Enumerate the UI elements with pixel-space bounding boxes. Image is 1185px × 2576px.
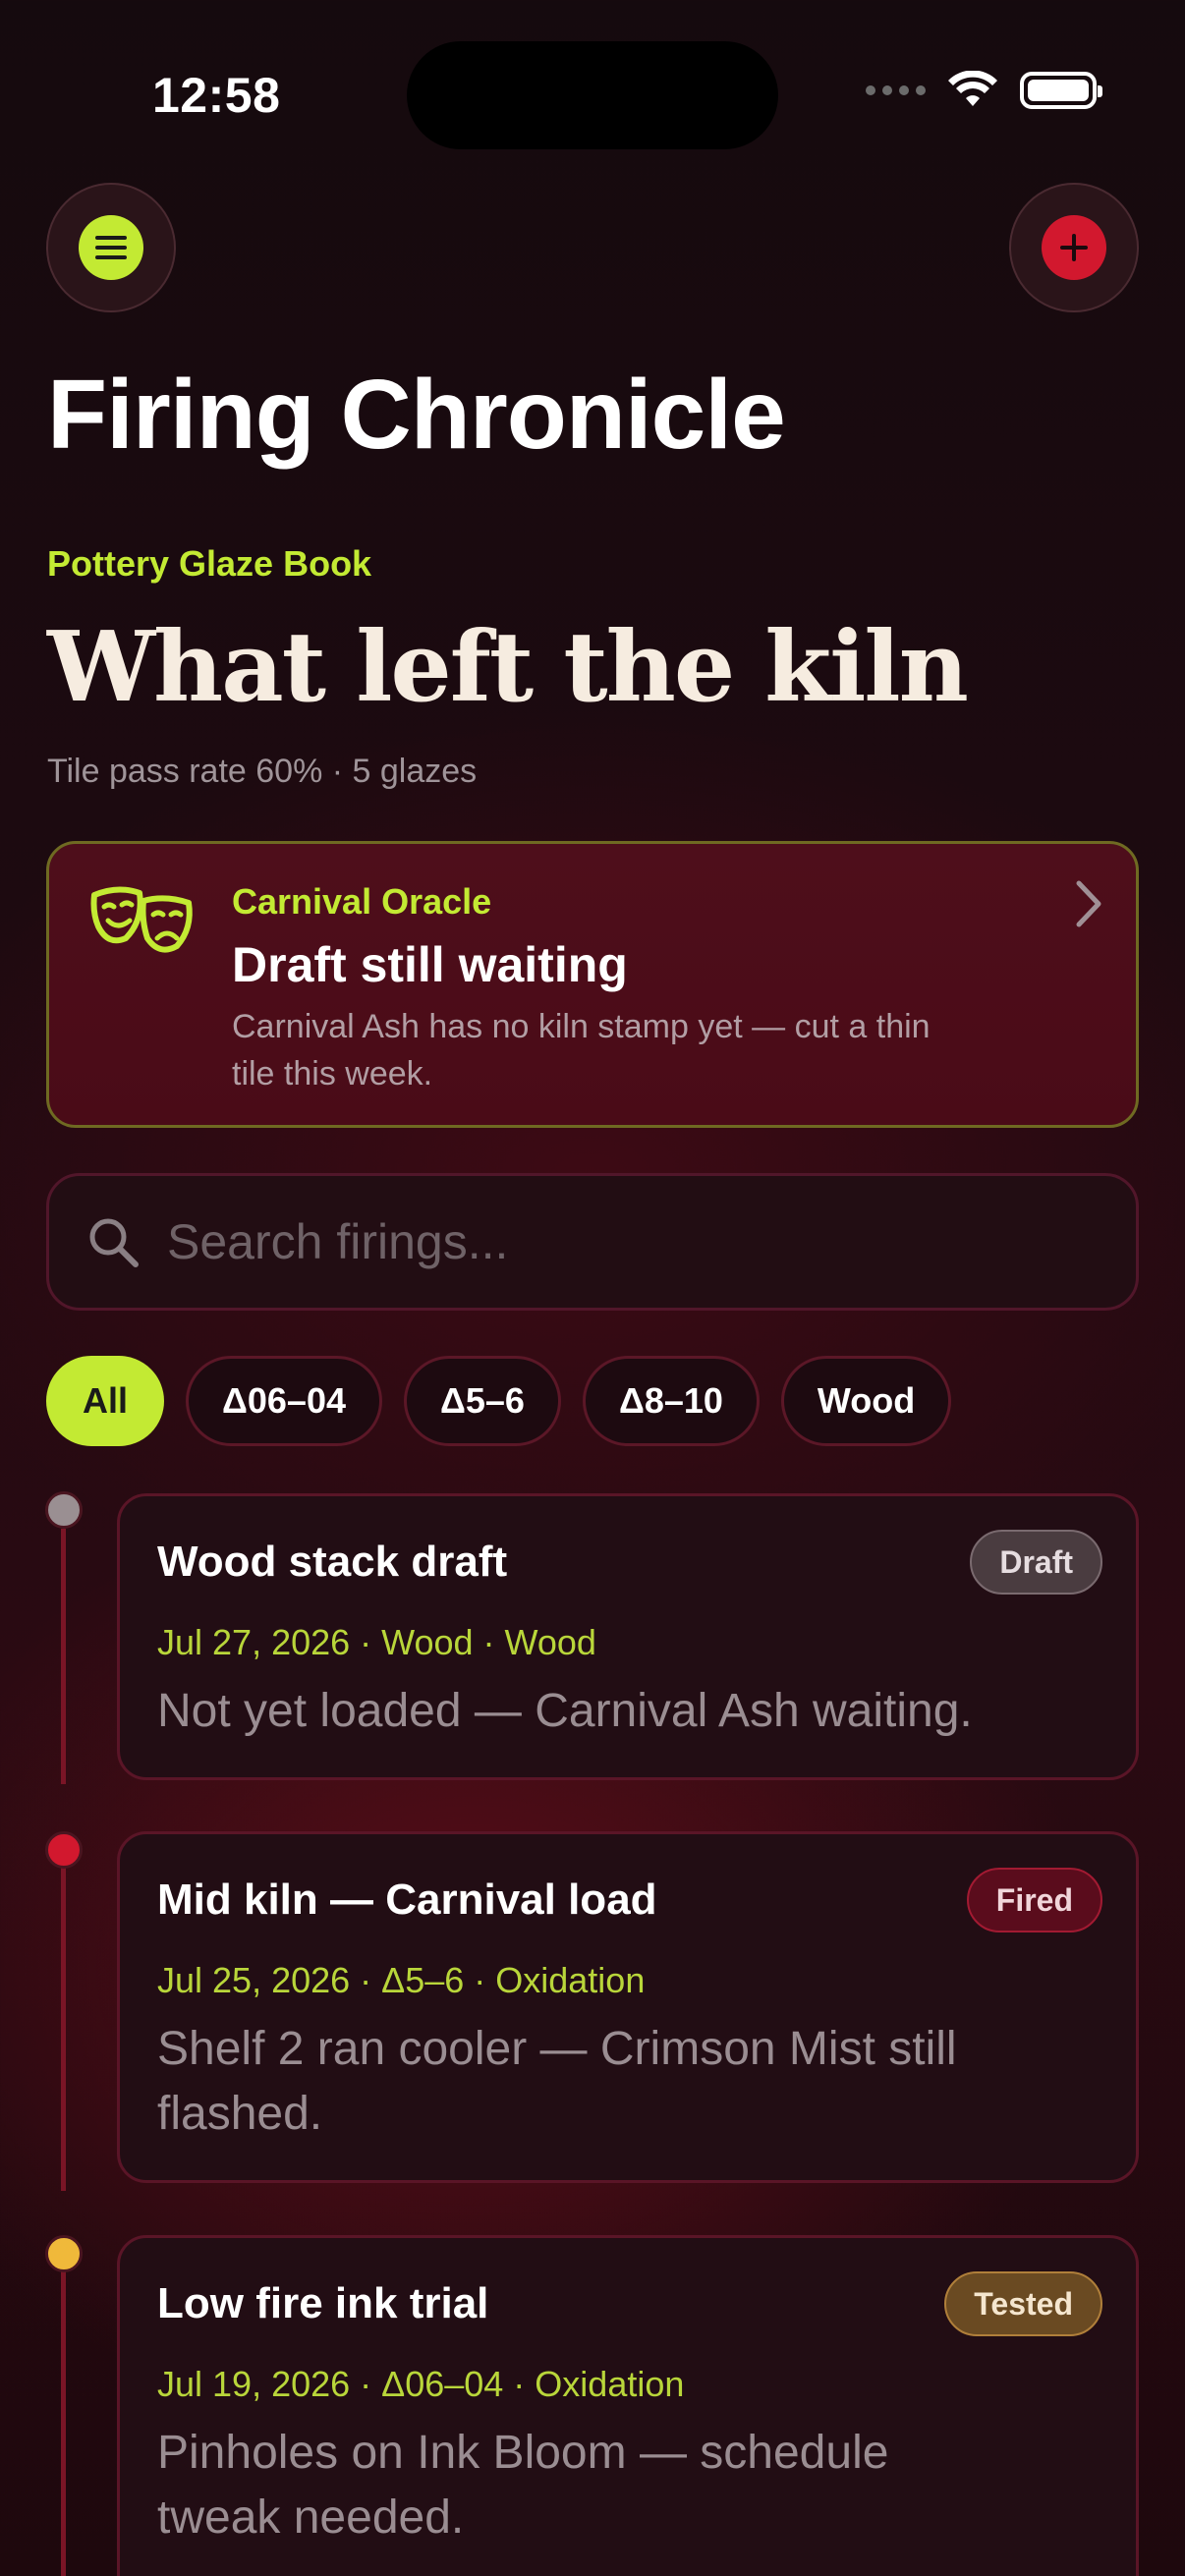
oracle-title: Draft still waiting [232, 937, 628, 992]
plus-icon [1060, 234, 1088, 261]
status-badge: Fired [966, 1868, 1102, 1932]
firing-note: Pinholes on Ink Bloom — schedule tweak n… [157, 2427, 889, 2544]
firing-card[interactable]: Mid kiln — Carnival load Fired Jul 25, 2… [117, 1831, 1139, 2183]
filter-chip-cone-5-6[interactable]: Δ5–6 [404, 1356, 561, 1446]
filter-chip-all[interactable]: All [46, 1356, 165, 1446]
firing-note: Shelf 2 ran cooler — Crimson Mist still … [157, 2023, 957, 2140]
filter-chip-cone-06-04[interactable]: Δ06–04 [186, 1356, 382, 1446]
wifi-icon [948, 71, 997, 106]
filter-chip-wood[interactable]: Wood [780, 1356, 952, 1446]
section-heading: What left the kiln [47, 611, 969, 724]
dynamic-island [407, 41, 778, 149]
status-badge: Tested [944, 2271, 1102, 2336]
timeline-dot [45, 1831, 83, 1869]
firing-meta: Jul 27, 2026 · Wood · Wood [157, 1622, 596, 1662]
timeline-dot [45, 1491, 83, 1529]
timeline-line [61, 1529, 66, 1784]
search-input[interactable] [167, 1213, 1136, 1270]
firing-meta: Jul 19, 2026 · Δ06–04 · Oxidation [157, 2364, 685, 2404]
filter-chips: All Δ06–04 Δ5–6 Δ8–10 Wood [46, 1356, 952, 1446]
firing-title: Mid kiln — Carnival load [157, 1876, 657, 1924]
status-badge: Draft [970, 1530, 1102, 1595]
theater-masks-icon [90, 886, 193, 953]
section-subtitle: Tile pass rate 60% · 5 glazes [47, 753, 478, 790]
cellular-signal-icon [866, 85, 926, 95]
page-title: Firing Chronicle [47, 360, 786, 470]
oracle-card[interactable]: Carnival Oracle Draft still waiting Carn… [46, 841, 1139, 1128]
firing-card[interactable]: Low fire ink trial Tested Jul 19, 2026 ·… [117, 2235, 1139, 2576]
add-firing-button[interactable] [1009, 183, 1139, 312]
status-time: 12:58 [152, 68, 281, 123]
oracle-label: Carnival Oracle [232, 881, 492, 922]
filter-chip-cone-8-10[interactable]: Δ8–10 [582, 1356, 760, 1446]
menu-button[interactable] [46, 183, 176, 312]
menu-icon [95, 236, 127, 259]
timeline-line [61, 2269, 66, 2576]
firing-card[interactable]: Wood stack draft Draft Jul 27, 2026 · Wo… [117, 1493, 1139, 1780]
firing-title: Low fire ink trial [157, 2279, 489, 2327]
battery-icon [1020, 72, 1102, 109]
firing-meta: Jul 25, 2026 · Δ5–6 · Oxidation [157, 1960, 646, 2000]
chevron-right-icon [1076, 880, 1101, 927]
search-bar[interactable] [46, 1173, 1139, 1311]
firing-note: Not yet loaded — Carnival Ash waiting. [157, 1685, 973, 1737]
timeline-line [61, 1867, 66, 2191]
timeline-dot [45, 2235, 83, 2272]
search-icon [86, 1215, 140, 1268]
status-icons [866, 71, 1102, 110]
oracle-text: Carnival Ash has no kiln stamp yet — cut… [232, 1008, 931, 1092]
firing-title: Wood stack draft [157, 1538, 508, 1586]
section-eyebrow: Pottery Glaze Book [47, 543, 372, 584]
